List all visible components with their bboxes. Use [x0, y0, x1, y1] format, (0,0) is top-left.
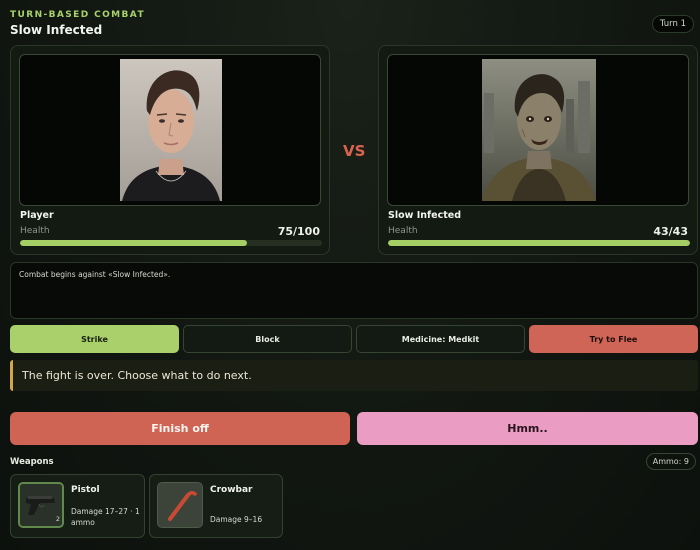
finish-off-button[interactable]: Finish off — [10, 412, 350, 445]
pistol-count-badge: 2 — [55, 515, 60, 523]
player-name: Player — [20, 210, 54, 221]
flee-button[interactable]: Try to Flee — [529, 325, 698, 353]
action-bar: Strike Block Medicine: Medkit Try to Fle… — [10, 325, 698, 353]
enemy-health-value: 43/43 — [653, 225, 688, 238]
weapon-card-pistol[interactable]: 2 Pistol Damage 17–27 · 1 ammo — [10, 474, 145, 538]
weapons-title: Weapons — [10, 457, 54, 467]
weapon-stats: Damage 17–27 · 1 ammo — [71, 507, 140, 527]
combat-log: Combat begins against «Slow Infected». — [10, 262, 698, 319]
weapon-card-crowbar[interactable]: Crowbar Damage 9–16 — [149, 474, 283, 538]
enemy-health-fill — [388, 240, 690, 246]
combat-log-entry: Combat begins against «Slow Infected». — [19, 270, 171, 279]
weapon-stats: Damage 9–16 — [210, 515, 263, 524]
player-health-label: Health — [20, 226, 50, 236]
strike-button[interactable]: Strike — [10, 325, 179, 353]
medicine-button[interactable]: Medicine: Medkit — [356, 325, 525, 353]
pistol-icon: 2 — [18, 482, 64, 528]
enemy-portrait — [482, 59, 596, 201]
combat-header: TURN-BASED COMBAT Slow Infected — [10, 10, 145, 37]
enemy-health-bar — [388, 240, 690, 246]
player-portrait-frame — [19, 54, 321, 206]
block-button[interactable]: Block — [183, 325, 352, 353]
combat-screen: TURN-BASED COMBAT Slow Infected Turn 1 P… — [0, 0, 700, 550]
player-health-fill — [20, 240, 247, 246]
weapon-name: Crowbar — [210, 485, 253, 495]
weapon-name: Pistol — [71, 485, 100, 495]
enemy-portrait-frame — [387, 54, 689, 206]
fight-over-notice: The fight is over. Choose what to do nex… — [10, 360, 698, 391]
player-portrait — [120, 59, 222, 201]
enemy-card: Slow Infected Health 43/43 — [378, 45, 698, 255]
enemy-name: Slow Infected — [388, 210, 461, 221]
enemy-title: Slow Infected — [10, 23, 103, 37]
mode-eyebrow: TURN-BASED COMBAT — [10, 10, 145, 20]
hmm-button[interactable]: Hmm.. — [357, 412, 698, 445]
player-card: Player Health 75/100 — [10, 45, 330, 255]
player-health-value: 75/100 — [277, 225, 320, 238]
vs-label: VS — [343, 142, 366, 160]
crowbar-icon — [157, 482, 203, 528]
ammo-counter: Ammo: 9 — [645, 453, 696, 470]
turn-counter: Turn 1 — [651, 15, 694, 33]
player-health-bar — [20, 240, 322, 246]
enemy-health-label: Health — [388, 226, 418, 236]
